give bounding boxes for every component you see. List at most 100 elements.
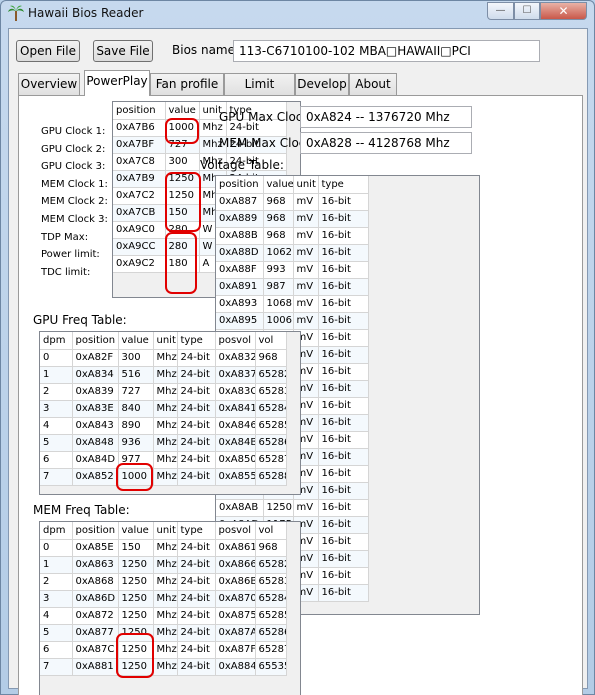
column-header[interactable]: unit: [293, 176, 319, 194]
table-cell[interactable]: 0xA7CB: [113, 204, 166, 222]
table-cell[interactable]: 0xA837: [215, 366, 256, 384]
table-cell[interactable]: 16-bit: [318, 244, 369, 262]
table-row[interactable]: 60xA84D977Mhz24-bit0xA85065287: [40, 451, 287, 469]
column-header[interactable]: position: [216, 176, 264, 194]
table-cell[interactable]: 16-bit: [318, 329, 369, 347]
table-cell[interactable]: 6: [40, 451, 73, 469]
gpu-freq-grid[interactable]: dpm position value unit type posvol vol 0 0xA82…: [39, 331, 301, 495]
table-cell[interactable]: 65282: [255, 366, 287, 384]
table-cell[interactable]: 0xA86D: [72, 590, 119, 608]
table-cell[interactable]: 7: [40, 658, 73, 676]
table-cell[interactable]: Mhz: [153, 434, 178, 452]
table-cell[interactable]: 5: [40, 434, 73, 452]
table-cell[interactable]: 4: [40, 417, 73, 435]
column-header[interactable]: position: [72, 332, 119, 350]
table-cell[interactable]: 3: [40, 590, 73, 608]
tab-develop[interactable]: Develop: [295, 73, 349, 95]
bios-name-field[interactable]: 113-C6710100-102 MBA□HAWAII□PCI: [233, 40, 540, 62]
table-cell[interactable]: 24-bit: [177, 349, 216, 367]
table-cell[interactable]: 24-bit: [177, 573, 216, 591]
table-cell[interactable]: 7: [40, 468, 73, 486]
table-row[interactable]: 10xA8631250Mhz24-bit0xA86665282: [40, 556, 287, 574]
table-cell[interactable]: 24-bit: [177, 400, 216, 418]
table-cell[interactable]: 727: [118, 383, 154, 401]
tab-fan-profile[interactable]: Fan profile: [150, 73, 224, 95]
table-cell[interactable]: 24-bit: [177, 607, 216, 625]
table-cell[interactable]: 0xA889: [216, 210, 264, 228]
table-cell[interactable]: 16-bit: [318, 278, 369, 296]
table-cell[interactable]: 0xA855: [215, 468, 256, 486]
table-cell[interactable]: 516: [118, 366, 154, 384]
table-cell[interactable]: 16-bit: [318, 431, 369, 449]
table-cell[interactable]: 968: [263, 193, 294, 211]
table-cell[interactable]: 0xA84B: [215, 434, 256, 452]
table-cell[interactable]: 0xA88D: [216, 244, 264, 262]
table-cell[interactable]: 0xA893: [216, 295, 264, 313]
column-header[interactable]: value: [118, 522, 154, 540]
mem-freq-grid[interactable]: dpm position value unit type posvol vol 0 0xA85…: [39, 521, 301, 695]
table-cell[interactable]: 16-bit: [318, 414, 369, 432]
table-row[interactable]: 0 0xA82F 300 Mhz 24-bit 0xA832 968: [40, 349, 287, 367]
table-cell[interactable]: 0xA877: [72, 624, 119, 642]
table-cell[interactable]: mV: [293, 499, 319, 517]
table-cell[interactable]: 1250: [118, 590, 154, 608]
table-cell[interactable]: 300: [118, 349, 154, 367]
table-cell[interactable]: 993: [263, 261, 294, 279]
close-button[interactable]: ✕: [540, 2, 587, 20]
table-cell[interactable]: 16-bit: [318, 380, 369, 398]
table-row[interactable]: 0xA8AB 1250 mV 16-bit: [216, 499, 369, 517]
table-cell[interactable]: 0xA9C2: [113, 255, 166, 273]
table-cell[interactable]: 0xA841: [215, 400, 256, 418]
table-row[interactable]: 10xA834516Mhz24-bit0xA83765282: [40, 366, 287, 384]
table-cell[interactable]: 3: [40, 400, 73, 418]
table-cell[interactable]: 65288: [255, 468, 287, 486]
table-row[interactable]: 70xA8811250Mhz24-bit0xA88465535: [40, 658, 287, 676]
table-cell[interactable]: 0xA88F: [216, 261, 264, 279]
table-cell[interactable]: 0xA84D: [72, 451, 119, 469]
table-cell[interactable]: 0xA887: [216, 193, 264, 211]
tab-powerplay[interactable]: PowerPlay: [84, 70, 150, 96]
table-cell[interactable]: 0xA9CC: [113, 238, 166, 256]
table-cell[interactable]: 0xA85E: [72, 539, 119, 557]
table-cell[interactable]: 987: [263, 278, 294, 296]
table-cell[interactable]: 0xA852: [72, 468, 119, 486]
table-cell[interactable]: 0xA87C: [72, 641, 119, 659]
column-header[interactable]: value: [263, 176, 294, 194]
table-cell[interactable]: 968: [255, 349, 287, 367]
table-cell[interactable]: 0xA868: [72, 573, 119, 591]
table-cell[interactable]: 0xA7BF: [113, 136, 166, 154]
table-cell[interactable]: mV: [293, 193, 319, 211]
column-header[interactable]: unit: [153, 522, 178, 540]
table-cell[interactable]: 24-bit: [177, 468, 216, 486]
table-cell[interactable]: Mhz: [153, 400, 178, 418]
table-cell[interactable]: 0xA7B9: [113, 170, 166, 188]
column-header[interactable]: value: [165, 102, 200, 120]
table-cell[interactable]: 24-bit: [177, 366, 216, 384]
table-cell[interactable]: 65287: [255, 641, 287, 659]
mem-max-clock-field[interactable]: 0xA828 -- 4128768 Mhz: [300, 132, 472, 154]
column-header[interactable]: vol: [255, 522, 287, 540]
table-cell[interactable]: 16-bit: [318, 363, 369, 381]
table-cell[interactable]: 0xA872: [72, 607, 119, 625]
table-cell[interactable]: 0xA7B6: [113, 119, 166, 137]
table-cell[interactable]: 24-bit: [177, 641, 216, 659]
table-row[interactable]: 60xA87C1250Mhz24-bit0xA87F65287: [40, 641, 287, 659]
table-row[interactable]: 0xA88B 968 mV 16-bit: [216, 227, 369, 245]
table-cell[interactable]: 0xA87A: [215, 624, 256, 642]
table-cell[interactable]: 24-bit: [177, 539, 216, 557]
table-cell[interactable]: 0xA834: [72, 366, 119, 384]
table-cell[interactable]: 24-bit: [177, 556, 216, 574]
table-cell[interactable]: mV: [293, 227, 319, 245]
table-cell[interactable]: 24-bit: [177, 383, 216, 401]
table-cell[interactable]: 24-bit: [177, 624, 216, 642]
table-cell[interactable]: 0: [40, 349, 73, 367]
column-header[interactable]: position: [72, 522, 119, 540]
table-cell[interactable]: 0xA88B: [216, 227, 264, 245]
table-row[interactable]: 0xA88F 993 mV 16-bit: [216, 261, 369, 279]
column-header[interactable]: unit: [153, 332, 178, 350]
table-cell[interactable]: 4: [40, 607, 73, 625]
table-cell[interactable]: 968: [263, 227, 294, 245]
table-cell[interactable]: 0xA870: [215, 590, 256, 608]
table-cell[interactable]: 1062: [263, 244, 294, 262]
table-cell[interactable]: mV: [293, 278, 319, 296]
